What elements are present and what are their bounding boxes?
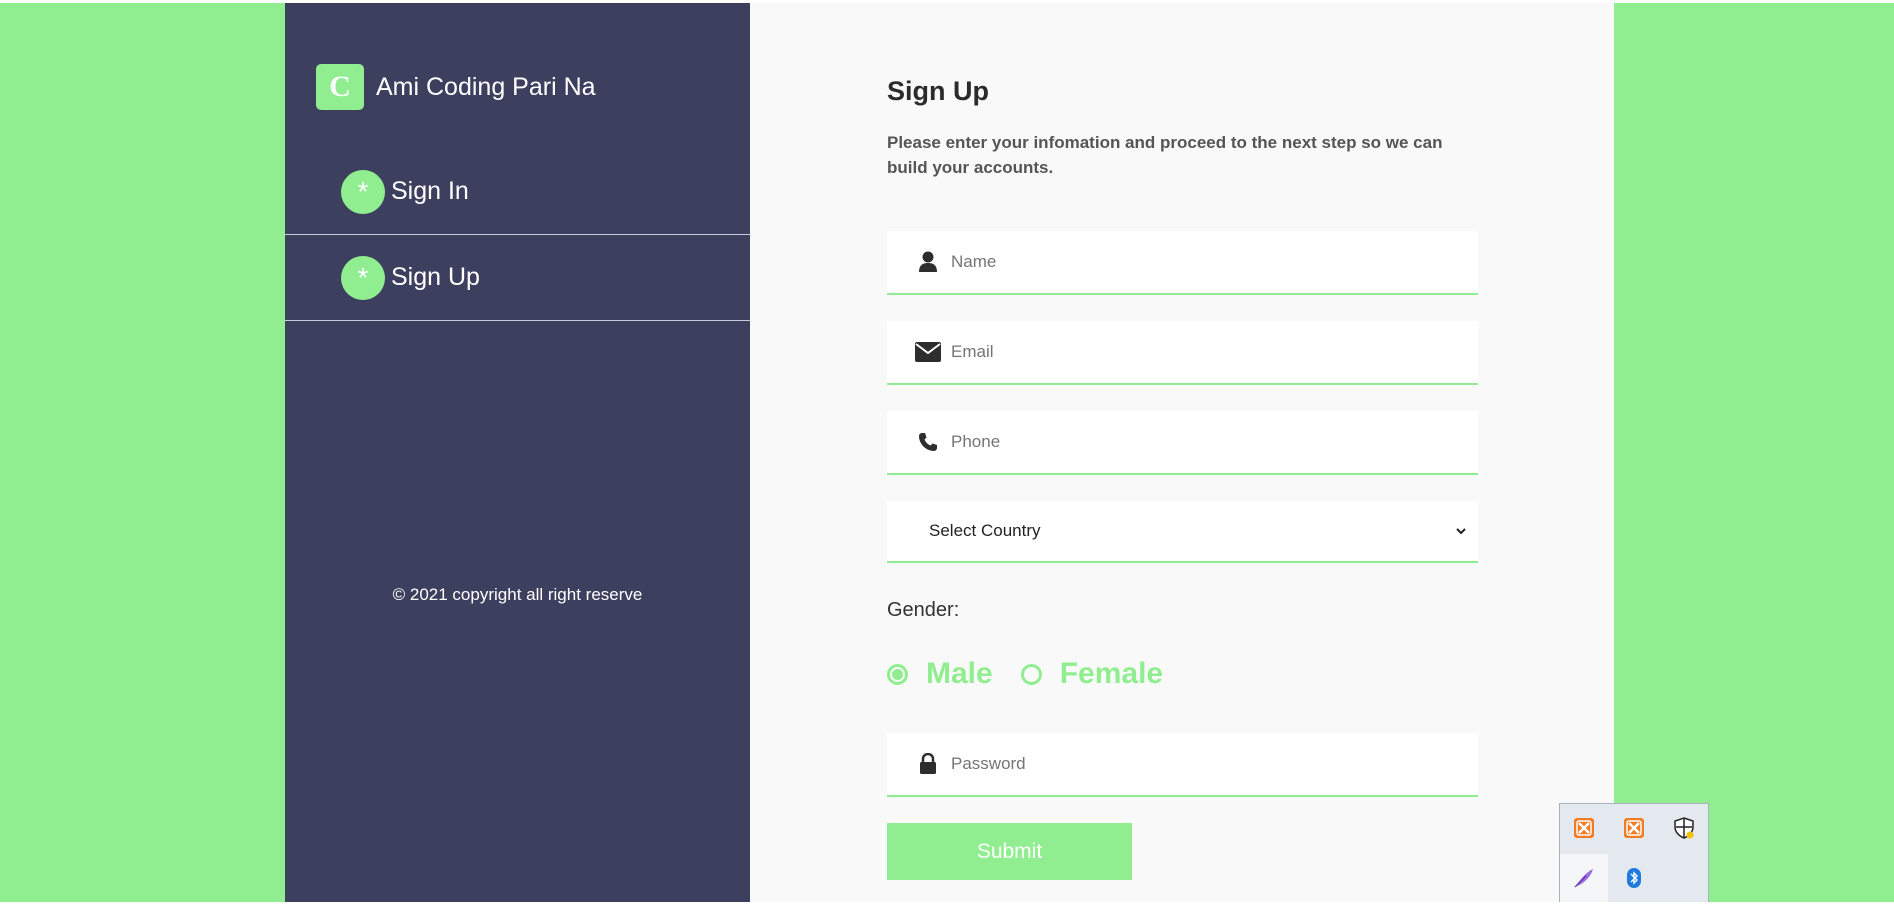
- radio-dot: [892, 668, 903, 680]
- gender-radio-group: Male Female: [887, 657, 1191, 691]
- bluetooth-icon[interactable]: [1610, 854, 1658, 902]
- nav-item-label: Sign In: [391, 177, 469, 205]
- page-subtitle: Please enter your infomation and proceed…: [887, 133, 1443, 177]
- system-tray-popup: [1559, 803, 1709, 903]
- brand-logo: C: [316, 64, 364, 110]
- page-title: Sign Up: [887, 76, 989, 106]
- email-field: [887, 321, 1478, 385]
- signup-panel: Sign Up Please enter your infomation and…: [750, 3, 1614, 902]
- email-input[interactable]: [949, 341, 1453, 363]
- gender-option-female[interactable]: Female: [1020, 657, 1164, 691]
- radio-checked-icon[interactable]: [887, 663, 908, 685]
- feather-app-icon[interactable]: [1560, 854, 1608, 902]
- password-input[interactable]: [949, 753, 1453, 775]
- brand-name: Ami Coding Pari Na: [376, 72, 596, 101]
- phone-field: [887, 411, 1478, 475]
- name-field: [887, 231, 1478, 295]
- name-input[interactable]: [949, 251, 1453, 273]
- xampp-icon[interactable]: [1610, 804, 1658, 852]
- brand[interactable]: C Ami Coding Pari Na: [316, 64, 596, 110]
- chevron-down-icon: [1454, 524, 1468, 538]
- radio-unchecked-icon[interactable]: [1020, 663, 1042, 685]
- gender-option-label: Male: [926, 657, 993, 690]
- gender-option-male[interactable]: Male: [887, 657, 993, 691]
- gender-option-label: Female: [1059, 657, 1164, 690]
- envelope-icon: [915, 339, 941, 365]
- user-icon: [915, 249, 941, 275]
- country-select[interactable]: Select Country: [887, 501, 1478, 563]
- nav-item-sign-up[interactable]: * Sign Up: [285, 235, 750, 321]
- sidebar: C Ami Coding Pari Na * Sign In * Sign Up…: [285, 3, 750, 902]
- copyright-text: © 2021 copyright all right reserve: [392, 585, 643, 604]
- submit-button[interactable]: Submit: [887, 823, 1132, 880]
- xampp-icon[interactable]: [1560, 804, 1608, 852]
- asterisk-icon: *: [341, 169, 385, 214]
- lock-icon: [915, 751, 941, 777]
- asterisk-icon: *: [341, 255, 385, 300]
- nav-item-label: Sign Up: [391, 263, 480, 291]
- country-select-value: Select Country: [929, 521, 1041, 540]
- gender-label: Gender:: [887, 599, 960, 621]
- phone-input[interactable]: [949, 431, 1453, 453]
- nav-item-sign-in[interactable]: * Sign In: [285, 149, 750, 235]
- phone-icon: [915, 429, 941, 455]
- password-field: [887, 733, 1478, 797]
- security-shield-icon[interactable]: [1660, 804, 1708, 852]
